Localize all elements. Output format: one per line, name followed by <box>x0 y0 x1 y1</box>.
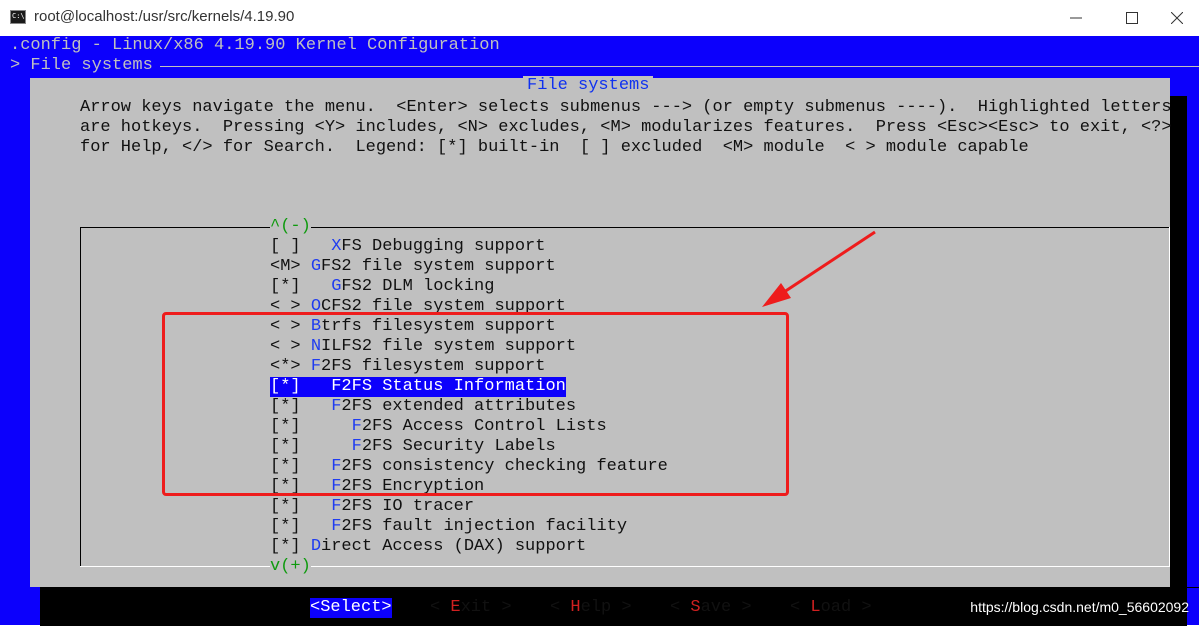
close-icon <box>1171 12 1183 24</box>
window-titlebar: C:\ root@localhost:/usr/src/kernels/4.19… <box>0 0 1199 36</box>
watermark: https://blog.csdn.net/m0_56602092 <box>970 599 1189 615</box>
terminal-app-icon: C:\ <box>10 10 26 24</box>
maximize-button[interactable] <box>1110 4 1154 32</box>
minimize-icon <box>1070 17 1082 19</box>
maximize-icon <box>1126 12 1138 24</box>
annotation-arrow-icon <box>762 230 876 307</box>
window-title: root@localhost:/usr/src/kernels/4.19.90 <box>34 8 295 25</box>
terminal-area: .config - Linux/x86 4.19.90 Kernel Confi… <box>0 36 1199 626</box>
app-icon-text: C:\ <box>12 12 25 20</box>
minimize-button[interactable] <box>1054 4 1098 32</box>
close-button[interactable] <box>1155 4 1199 32</box>
